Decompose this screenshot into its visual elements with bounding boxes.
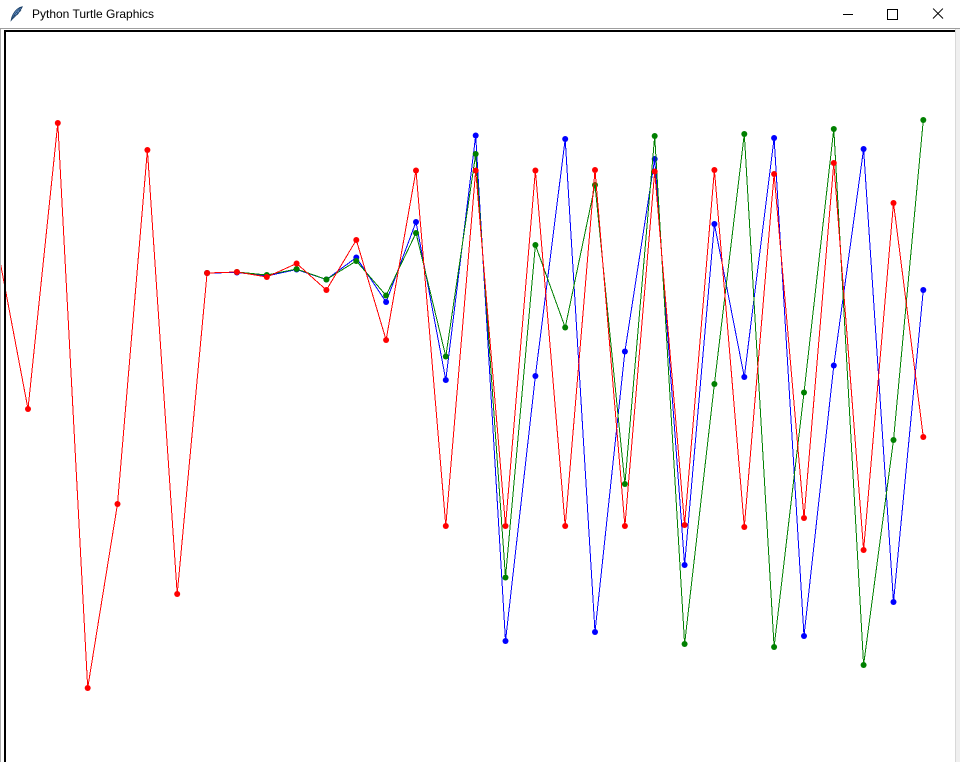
blue-series-point xyxy=(443,377,449,383)
red-series-point xyxy=(532,168,538,174)
blue-series-point xyxy=(562,136,568,142)
canvas-frame xyxy=(0,29,960,762)
red-series-point xyxy=(294,261,300,267)
red-series-point xyxy=(115,501,121,507)
red-series-point xyxy=(562,523,568,529)
green-series-point xyxy=(323,277,329,283)
blue-series-point xyxy=(771,135,777,141)
green-series-point xyxy=(294,266,300,272)
green-series-point xyxy=(383,293,389,299)
red-series-point xyxy=(771,171,777,177)
red-series-point xyxy=(891,200,897,206)
red-series-point xyxy=(234,269,240,275)
green-series-point xyxy=(652,133,658,139)
green-series-line xyxy=(207,120,923,665)
red-series-point xyxy=(831,160,837,166)
blue-series-point xyxy=(473,133,479,139)
red-series-point xyxy=(383,337,389,343)
green-series-point xyxy=(503,575,509,581)
green-series-point xyxy=(861,662,867,668)
red-series-point xyxy=(443,523,449,529)
maximize-icon xyxy=(887,9,898,20)
minimize-icon xyxy=(843,14,853,15)
red-series-point xyxy=(622,523,628,529)
red-series-point xyxy=(741,524,747,530)
green-series-point xyxy=(562,325,568,331)
red-series-point xyxy=(204,270,210,276)
blue-series-point xyxy=(682,562,688,568)
blue-series-point xyxy=(413,219,419,225)
green-series-point xyxy=(771,644,777,650)
turtle-graphics-window: Python Turtle Graphics xyxy=(0,0,960,762)
red-series-point xyxy=(652,169,658,175)
red-series-point xyxy=(264,274,270,280)
red-series-point xyxy=(682,522,688,528)
red-series-point xyxy=(503,523,509,529)
close-icon xyxy=(932,8,944,20)
maximize-button[interactable] xyxy=(870,0,915,28)
green-series-point xyxy=(801,390,807,396)
blue-series-point xyxy=(831,363,837,369)
blue-series-point xyxy=(891,599,897,605)
red-series-point xyxy=(174,591,180,597)
tk-feather-icon xyxy=(9,6,25,22)
canvas-border-left xyxy=(4,30,6,762)
green-series-point xyxy=(711,381,717,387)
titlebar[interactable]: Python Turtle Graphics xyxy=(0,0,960,29)
window-edge-left xyxy=(0,29,1,762)
blue-series-point xyxy=(383,299,389,305)
green-series-point xyxy=(532,242,538,248)
green-series-point xyxy=(353,258,359,264)
red-series-point xyxy=(413,168,419,174)
red-series-point xyxy=(323,287,329,293)
blue-series-point xyxy=(592,629,598,635)
red-series-point xyxy=(801,515,807,521)
close-button[interactable] xyxy=(915,0,960,28)
blue-series-point xyxy=(861,146,867,152)
red-series-point xyxy=(861,547,867,553)
canvas-border-top xyxy=(4,30,955,32)
blue-series-line xyxy=(207,136,923,642)
blue-series-point xyxy=(532,373,538,379)
red-series-point xyxy=(85,685,91,691)
red-series-point xyxy=(353,237,359,243)
red-series-point xyxy=(55,120,61,126)
green-series-point xyxy=(831,126,837,132)
green-series-point xyxy=(741,131,747,137)
blue-series-point xyxy=(711,221,717,227)
green-series-point xyxy=(413,230,419,236)
green-series-point xyxy=(592,182,598,188)
blue-series-point xyxy=(622,349,628,355)
red-series-line xyxy=(0,123,923,688)
red-series-point xyxy=(144,147,150,153)
minimize-button[interactable] xyxy=(825,0,870,28)
window-title: Python Turtle Graphics xyxy=(32,7,154,21)
red-series-point xyxy=(25,406,31,412)
blue-series-point xyxy=(920,287,926,293)
window-edge-right xyxy=(955,29,960,762)
blue-series-point xyxy=(741,374,747,380)
green-series-point xyxy=(473,151,479,157)
red-series-point xyxy=(711,167,717,173)
green-series-point xyxy=(682,641,688,647)
green-series-point xyxy=(920,117,926,123)
blue-series-point xyxy=(801,633,807,639)
red-series-point xyxy=(592,167,598,173)
green-series-point xyxy=(891,437,897,443)
red-series-point xyxy=(473,168,479,174)
turtle-canvas xyxy=(0,29,960,762)
red-series-point xyxy=(920,434,926,440)
blue-series-point xyxy=(503,638,509,644)
green-series-point xyxy=(443,354,449,360)
green-series-point xyxy=(622,481,628,487)
